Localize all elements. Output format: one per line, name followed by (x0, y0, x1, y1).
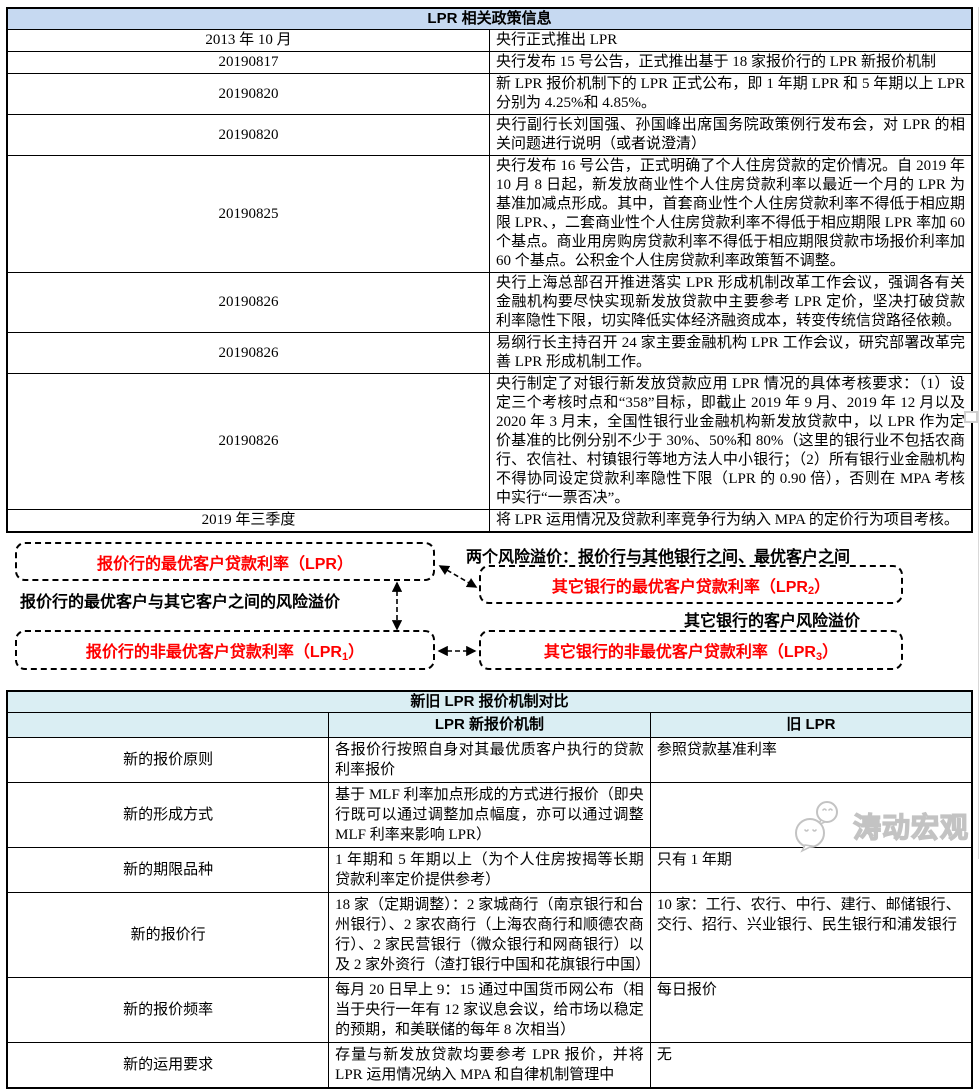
compare-table: 新旧 LPR 报价机制对比 LPR 新报价机制 旧 LPR 新的报价原则 各报价… (6, 690, 973, 1089)
label-two-risk-premiums: 两个风险溢价：报价行与其他银行之间、最优客户之间 (466, 543, 850, 567)
policy-date: 20190817 (7, 52, 490, 74)
policy-date: 2019 年三季度 (7, 510, 490, 533)
compare-aspect: 新的报价行 (7, 893, 329, 978)
diagram-box-quoting-bank-nonbest-rate: 报价行的非最优客户贷款利率（LPR1） (15, 630, 435, 670)
compare-aspect: 新的报价原则 (7, 738, 329, 783)
diagram-box-quoting-bank-best-rate: 报价行的最优客户贷款利率（LPR） (15, 542, 435, 581)
table-row: 新的报价频率 每月 20 日早上 9：15 通过中国货币网公布（相当于央行一年有… (7, 978, 972, 1043)
diagram-box-other-bank-best-rate: 其它银行的最优客户贷款利率（LPR2） (479, 565, 903, 604)
compare-new: 18 家（定期调整）：2 家城商行（南京银行和台州银行）、2 家农商行（上海农商… (329, 893, 651, 978)
compare-old: 10 家：工行、农行、中行、建行、邮储银行、交行、招行、兴业银行、民生银行和浦发… (650, 893, 972, 978)
policy-desc: 易纲行长主持召开 24 家主要金融机构 LPR 工作会议，研究部署改革完善 LP… (490, 333, 973, 374)
header-empty-cell (7, 713, 329, 738)
compare-aspect: 新的报价频率 (7, 978, 329, 1043)
policy-date: 20190820 (7, 74, 490, 115)
compare-old: 只有 1 年期 (650, 848, 972, 893)
table-row: 新的形成方式 基于 MLF 利率加点形成的方式进行报价（即央行既可以通过调整加点… (7, 783, 972, 848)
box-label: 报价行的非最优客户贷款利率（LPR (86, 638, 342, 662)
policy-date: 20190826 (7, 374, 490, 510)
compare-header-row: LPR 新报价机制 旧 LPR (7, 713, 972, 738)
box-label-close: ） (822, 638, 838, 662)
policy-desc: 央行上海总部召开推进落实 LPR 形成机制改革工作会议，强调各有关金融机构要尽快… (490, 273, 973, 333)
policy-desc: 央行制定了对银行新发放贷款应用 LPR 情况的具体考核要求：（1）设定三个考核时… (490, 374, 973, 510)
compare-new: 基于 MLF 利率加点形成的方式进行报价（即央行既可以通过调整加点幅度，亦可以通… (329, 783, 651, 848)
compare-new: 每月 20 日早上 9：15 通过中国货币网公布（相当于央行一年有 12 家议息… (329, 978, 651, 1043)
table-row: 新的报价原则 各报价行按照自身对其最优质客户执行的贷款利率报价 参照贷款基准利率 (7, 738, 972, 783)
table-row: 20190820 央行副行长刘国强、孙国峰出席国务院政策例行发布会，对 LPR … (7, 115, 972, 156)
table-row: 20190826 易纲行长主持召开 24 家主要金融机构 LPR 工作会议，研究… (7, 333, 972, 374)
label-quoting-bank-premium: 报价行的最优客户与其它客户之间的风险溢价 (20, 588, 340, 612)
compare-new: 1 年期和 5 年期以上（为个人住房按揭等长期贷款利率定价提供参考） (329, 848, 651, 893)
compare-title-row: 新旧 LPR 报价机制对比 (7, 691, 972, 713)
box-label-close: ） (348, 638, 364, 662)
lpr-rate-diagram: 报价行的最优客户贷款利率（LPR） 两个风险溢价：报价行与其他银行之间、最优客户… (0, 538, 979, 685)
compare-old (650, 783, 972, 848)
table-row: 20190826 央行制定了对银行新发放贷款应用 LPR 情况的具体考核要求：（… (7, 374, 972, 510)
table-row: 新的报价行 18 家（定期调整）：2 家城商行（南京银行和台州银行）、2 家农商… (7, 893, 972, 978)
table-row: 2013 年 10 月 央行正式推出 LPR (7, 30, 972, 52)
policy-desc: 新 LPR 报价机制下的 LPR 正式公布，即 1 年期 LPR 和 5 年期以… (490, 74, 973, 115)
policy-desc: 央行副行长刘国强、孙国峰出席国务院政策例行发布会，对 LPR 的相关问题进行说明… (490, 115, 973, 156)
table-row: 20190825 央行发布 16 号公告，正式明确了个人住房贷款的定价情况。自 … (7, 156, 972, 273)
diagram-box-other-bank-nonbest-rate: 其它银行的非最优客户贷款利率（LPR3） (479, 630, 903, 670)
object-anchor-icon (964, 411, 978, 423)
box-label: 其它银行的最优客户贷款利率（LPR (552, 573, 808, 597)
compare-table-title: 新旧 LPR 报价机制对比 (7, 691, 972, 713)
policy-desc: 将 LPR 运用情况及贷款利率竞争行为纳入 MPA 的定价行为项目考核。 (490, 510, 973, 533)
policy-desc: 央行发布 15 号公告，正式推出基于 18 家报价行的 LPR 新报价机制 (490, 52, 973, 74)
compare-old: 每日报价 (650, 978, 972, 1043)
policy-date: 20190825 (7, 156, 490, 273)
table-row: 20190820 新 LPR 报价机制下的 LPR 正式公布，即 1 年期 LP… (7, 74, 972, 115)
policy-date: 20190826 (7, 333, 490, 374)
compare-new: 各报价行按照自身对其最优质客户执行的贷款利率报价 (329, 738, 651, 783)
compare-old: 无 (650, 1043, 972, 1089)
compare-aspect: 新的运用要求 (7, 1043, 329, 1089)
box-label-close: ） (337, 550, 353, 574)
policy-date: 2013 年 10 月 (7, 30, 490, 52)
policy-date: 20190820 (7, 115, 490, 156)
policy-desc: 央行发布 16 号公告，正式明确了个人住房贷款的定价情况。自 2019 年 10… (490, 156, 973, 273)
table-row: 新的期限品种 1 年期和 5 年期以上（为个人住房按揭等长期贷款利率定价提供参考… (7, 848, 972, 893)
compare-old: 参照贷款基准利率 (650, 738, 972, 783)
table-row: 20190826 央行上海总部召开推进落实 LPR 形成机制改革工作会议，强调各… (7, 273, 972, 333)
policy-table-title: LPR 相关政策信息 (7, 8, 972, 30)
document-page: { "colors": { "table1_header_bg": "#c6d9… (0, 7, 979, 859)
box-label: 报价行的最优客户贷款利率（LPR (97, 550, 337, 574)
table-row: 2019 年三季度 将 LPR 运用情况及贷款利率竞争行为纳入 MPA 的定价行… (7, 510, 972, 533)
policy-desc: 央行正式推出 LPR (490, 30, 973, 52)
table-row: 20190817 央行发布 15 号公告，正式推出基于 18 家报价行的 LPR… (7, 52, 972, 74)
table-row: 新的运用要求 存量与新发放贷款均要参考 LPR 报价，并将 LPR 运用情况纳入… (7, 1043, 972, 1089)
policy-title-row: LPR 相关政策信息 (7, 8, 972, 30)
policy-table: LPR 相关政策信息 2013 年 10 月 央行正式推出 LPR 201908… (6, 7, 973, 533)
box-label-close: ） (814, 573, 830, 597)
label-other-bank-premium: 其它银行的客户风险溢价 (684, 607, 860, 631)
header-new-mechanism: LPR 新报价机制 (329, 713, 651, 738)
compare-new: 存量与新发放贷款均要参考 LPR 报价，并将 LPR 运用情况纳入 MPA 和自… (329, 1043, 651, 1089)
compare-aspect: 新的形成方式 (7, 783, 329, 848)
compare-aspect: 新的期限品种 (7, 848, 329, 893)
header-old-lpr: 旧 LPR (650, 713, 972, 738)
policy-date: 20190826 (7, 273, 490, 333)
box-label: 其它银行的非最优客户贷款利率（LPR (544, 638, 816, 662)
